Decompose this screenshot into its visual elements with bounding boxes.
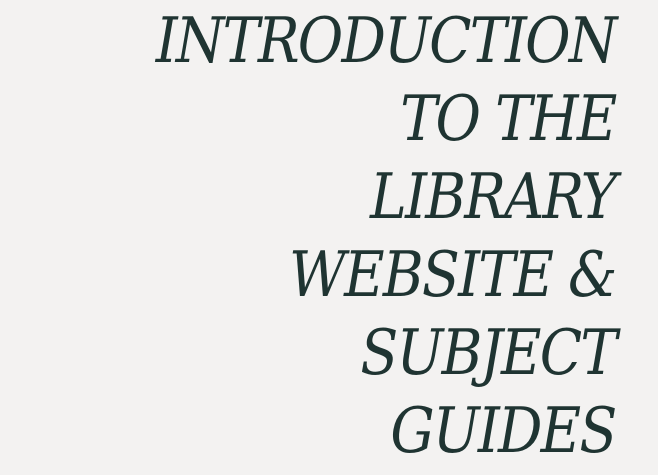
title-line-5: SUBJECT — [360, 316, 618, 389]
title-line-2: TO THE — [400, 82, 618, 155]
title-line-1: INTRODUCTION — [156, 4, 618, 77]
slide-title: INTRODUCTION TO THE LIBRARY WEBSITE & SU… — [156, 2, 618, 470]
title-line-6: GUIDES — [390, 394, 618, 467]
title-line-3: LIBRARY — [370, 160, 617, 233]
title-line-4: WEBSITE & — [289, 238, 617, 311]
slide: INTRODUCTION TO THE LIBRARY WEBSITE & SU… — [0, 0, 658, 475]
